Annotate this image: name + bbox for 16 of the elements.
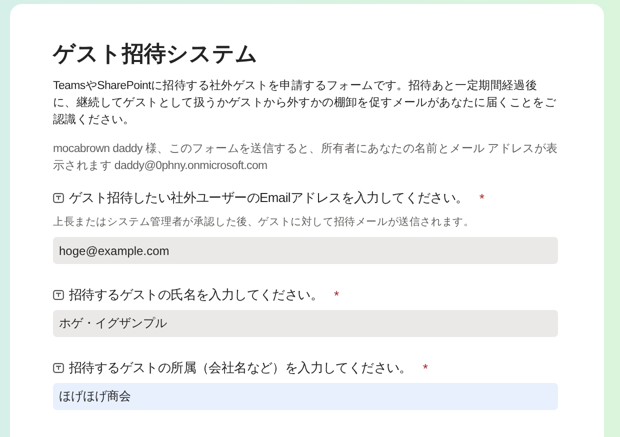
text-field-icon — [53, 290, 64, 300]
answer-field[interactable]: ホゲ・イグザンプル — [53, 310, 558, 337]
form-title: ゲスト招待システム — [53, 40, 259, 68]
text-field-icon — [53, 193, 64, 203]
required-mark: * — [422, 360, 428, 376]
text-field-icon — [53, 363, 64, 373]
answer-field[interactable]: hoge@example.com — [53, 237, 558, 264]
owner-notice: mocabrown daddy 様、このフォームを送信すると、所有者にあなたの名前とメール アドレスが表示されます daddy@0phny.onmicrosoft.com — [53, 142, 558, 174]
question-hint: 上長またはシステム管理者が承認した後、ゲストに対して招待メールが送信されます。 — [53, 215, 476, 229]
answer-field[interactable]: ほげほげ商会 — [53, 383, 558, 410]
question-label: 招待するゲストの所属（会社名など）を入力してください。 — [69, 359, 412, 377]
question-label: ゲスト招待したい社外ユーザーのEmailアドレスを入力してください。 — [69, 189, 468, 207]
required-mark: * — [334, 288, 339, 302]
form-description: TeamsやSharePointに招待する社外ゲストを申請するフォームです。招待あと一定期間経過後に、継続してゲストとして扱うかゲストから外すかの棚卸を促すメールがあなたに届くことをご認識ください。 — [53, 78, 558, 128]
question-label: 招待するゲストの氏名を入力してください。 — [69, 286, 324, 304]
required-mark: * — [479, 190, 484, 206]
